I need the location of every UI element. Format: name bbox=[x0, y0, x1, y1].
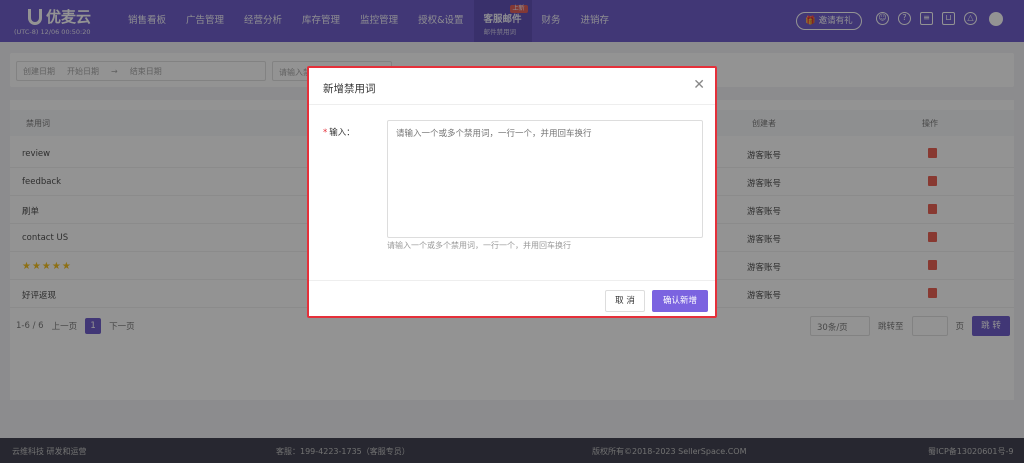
divider bbox=[309, 104, 715, 105]
input-label-text: 输入： bbox=[329, 128, 355, 138]
confirm-add-button[interactable]: 确认新增 bbox=[652, 290, 708, 312]
required-mark: * bbox=[323, 128, 328, 138]
close-icon[interactable]: ✕ bbox=[693, 77, 705, 93]
input-hint: 请输入一个或多个禁用词，一行一个，并用回车换行 bbox=[387, 241, 571, 250]
banned-words-textarea[interactable] bbox=[387, 120, 703, 238]
divider bbox=[309, 280, 715, 281]
dialog-title: 新增禁用词 bbox=[323, 83, 376, 95]
input-label: * 输入： bbox=[323, 126, 355, 138]
cancel-button[interactable]: 取 消 bbox=[605, 290, 645, 312]
add-banned-word-dialog: 新增禁用词 ✕ *输入： 请输入一个或多个禁用词，一行一个，并用回车换行 取 消… bbox=[307, 66, 717, 318]
